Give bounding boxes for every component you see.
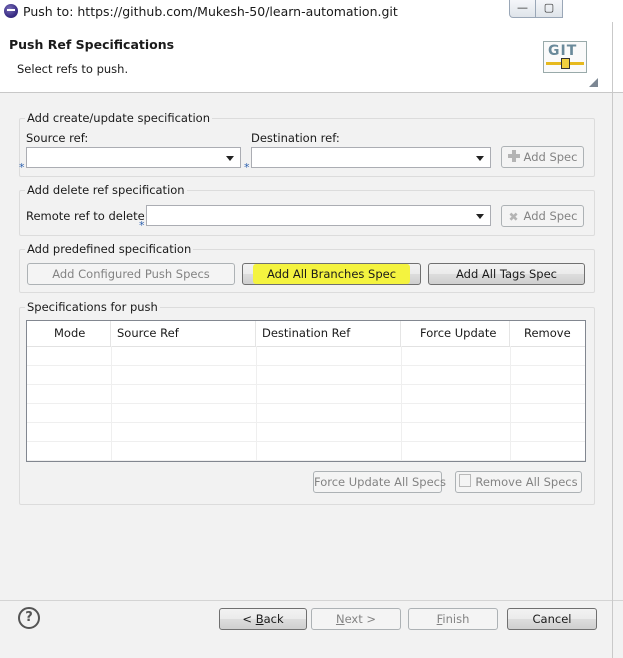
back-button[interactable]: < Back [219,608,307,630]
chevron-down-icon[interactable] [226,156,234,161]
column-header-mode[interactable]: Mode [27,321,111,346]
page-subtitle: Select refs to push. [17,62,129,76]
remove-icon [459,474,472,487]
cancel-button[interactable]: Cancel [507,608,597,630]
add-all-tags-spec-button[interactable]: Add All Tags Spec [428,263,585,285]
required-marker: * [19,161,25,174]
required-marker: * [139,219,145,232]
required-marker: * [244,161,250,174]
git-logo-text: GIT [548,43,578,59]
force-update-all-specs-button[interactable]: Force Update All Specs [313,471,446,493]
remote-ref-combo[interactable] [146,205,491,226]
git-logo-icon: GIT [543,41,587,73]
page-title: Push Ref Specifications [9,37,175,52]
wizard-header: Push Ref Specifications Select refs to p… [0,22,623,93]
add-delete-spec-button[interactable]: ✖ Add Spec [501,205,584,227]
destination-ref-label: Destination ref: [251,131,340,145]
create-update-group-label: Add create/update specification [25,111,213,125]
table-row[interactable] [27,403,585,423]
column-header-remove[interactable]: Remove [510,321,585,346]
remote-ref-label: Remote ref to delete: [26,209,149,223]
specs-group-label: Specifications for push [25,300,160,314]
maximize-button[interactable]: ▢ [535,0,563,18]
chevron-down-icon[interactable] [476,214,484,219]
specs-table[interactable]: Mode Source Ref Destination Ref Force Up… [26,320,586,462]
window-title: Push to: https://github.com/Mukesh-50/le… [23,4,398,19]
table-row[interactable] [27,422,585,442]
remove-all-specs-button[interactable]: Remove All Specs [455,471,582,493]
window-title-bar: Push to: https://github.com/Mukesh-50/le… [0,0,623,22]
minimize-icon: — [517,1,528,14]
finish-button[interactable]: Finish [408,608,498,630]
table-header: Mode Source Ref Destination Ref Force Up… [27,321,585,347]
add-all-branches-spec-button[interactable]: Add All Branches Spec [242,263,421,285]
highlight-marker: Add All Branches Spec [252,264,411,284]
chevron-down-icon[interactable] [476,156,484,161]
maximize-icon: ▢ [543,1,555,14]
delete-icon: ✖ [508,210,519,224]
window-edge [612,22,613,658]
add-icon [507,150,520,162]
help-icon[interactable]: ? [18,607,40,629]
table-row[interactable] [27,384,585,404]
source-ref-label: Source ref: [26,131,89,145]
minimize-button[interactable]: — [509,0,536,18]
column-header-force-update[interactable]: Force Update [401,321,510,346]
source-ref-combo[interactable] [26,147,241,168]
table-row[interactable] [27,441,585,461]
next-button[interactable]: Next > [311,608,401,630]
table-row[interactable] [27,346,585,366]
table-row[interactable] [27,365,585,385]
column-header-source-ref[interactable]: Source Ref [111,321,256,346]
add-configured-push-specs-button[interactable]: Add Configured Push Specs [27,263,235,285]
add-create-spec-button[interactable]: Add Spec [501,146,584,168]
column-header-destination-ref[interactable]: Destination Ref [256,321,401,346]
delete-spec-group-label: Add delete ref specification [25,183,187,197]
resize-corner-icon [589,78,598,87]
destination-ref-combo[interactable] [251,147,491,168]
eclipse-app-icon [4,4,18,18]
predefined-group-label: Add predefined specification [25,242,194,256]
